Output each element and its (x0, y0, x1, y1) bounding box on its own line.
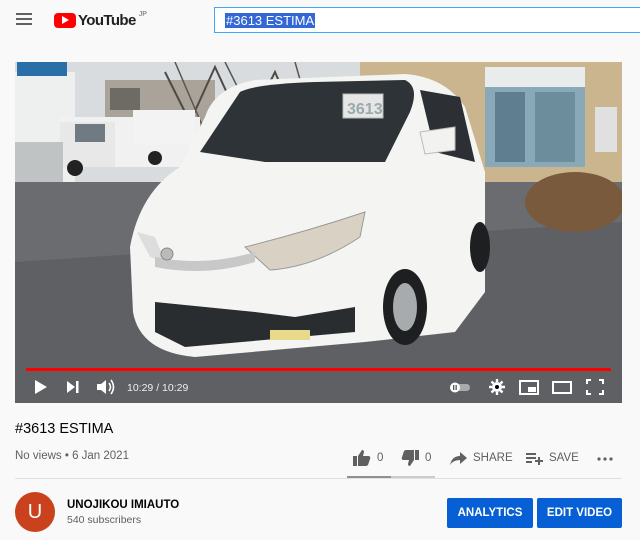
logo-region: JP (138, 10, 147, 18)
video-player[interactable]: 3613 10:29 / 10:29 (15, 62, 622, 403)
miniplayer-icon[interactable] (518, 377, 540, 397)
divider (15, 478, 622, 479)
edit-video-button[interactable]: EDIT VIDEO (537, 498, 622, 528)
dislike-button[interactable]: 0 (400, 448, 431, 468)
channel-name[interactable]: UNOJIKOU IMIAUTO (67, 499, 179, 511)
channel-avatar[interactable]: U (15, 492, 55, 532)
play-logo-icon (54, 12, 76, 28)
plate-text: 3613 (347, 101, 383, 118)
share-label: SHARE (473, 452, 513, 464)
time-display: 10:29 / 10:29 (127, 382, 189, 394)
progress-bar[interactable] (26, 368, 611, 371)
theater-mode-icon[interactable] (551, 377, 573, 397)
search-query: #3613 ESTIMA (225, 13, 316, 28)
analytics-button[interactable]: ANALYTICS (447, 498, 533, 528)
video-title: #3613 ESTIMA (15, 421, 114, 437)
share-button[interactable]: SHARE (448, 448, 513, 468)
youtube-logo[interactable]: YouTube JP (54, 11, 147, 29)
player-controls: 10:29 / 10:29 (15, 374, 622, 403)
subscriber-count: 540 subscribers (67, 514, 142, 526)
more-actions-button[interactable] (596, 448, 614, 468)
playlist-add-icon (526, 453, 543, 465)
more-horizontal-icon (597, 457, 613, 461)
settings-gear-icon[interactable] (488, 377, 506, 397)
video-frame: 3613 (15, 62, 622, 403)
share-arrow-icon (450, 452, 467, 465)
volume-icon[interactable] (95, 377, 117, 397)
autoplay-toggle-icon[interactable] (448, 377, 472, 397)
search-input[interactable]: #3613 ESTIMA (214, 7, 640, 33)
fullscreen-icon[interactable] (585, 377, 605, 397)
masthead: YouTube JP #3613 ESTIMA (0, 0, 640, 40)
dislike-count: 0 (425, 452, 432, 464)
thumbs-down-icon (401, 450, 419, 466)
hamburger-menu-icon[interactable] (16, 13, 32, 25)
logo-text: YouTube (78, 11, 136, 29)
like-count: 0 (377, 452, 384, 464)
thumbs-up-icon (353, 450, 371, 466)
save-label: SAVE (549, 452, 579, 464)
play-icon[interactable] (33, 377, 49, 397)
save-button[interactable]: SAVE (525, 448, 579, 468)
next-icon[interactable] (65, 377, 81, 397)
video-meta: No views • 6 Jan 2021 (15, 450, 129, 462)
like-button[interactable]: 0 (352, 448, 383, 468)
